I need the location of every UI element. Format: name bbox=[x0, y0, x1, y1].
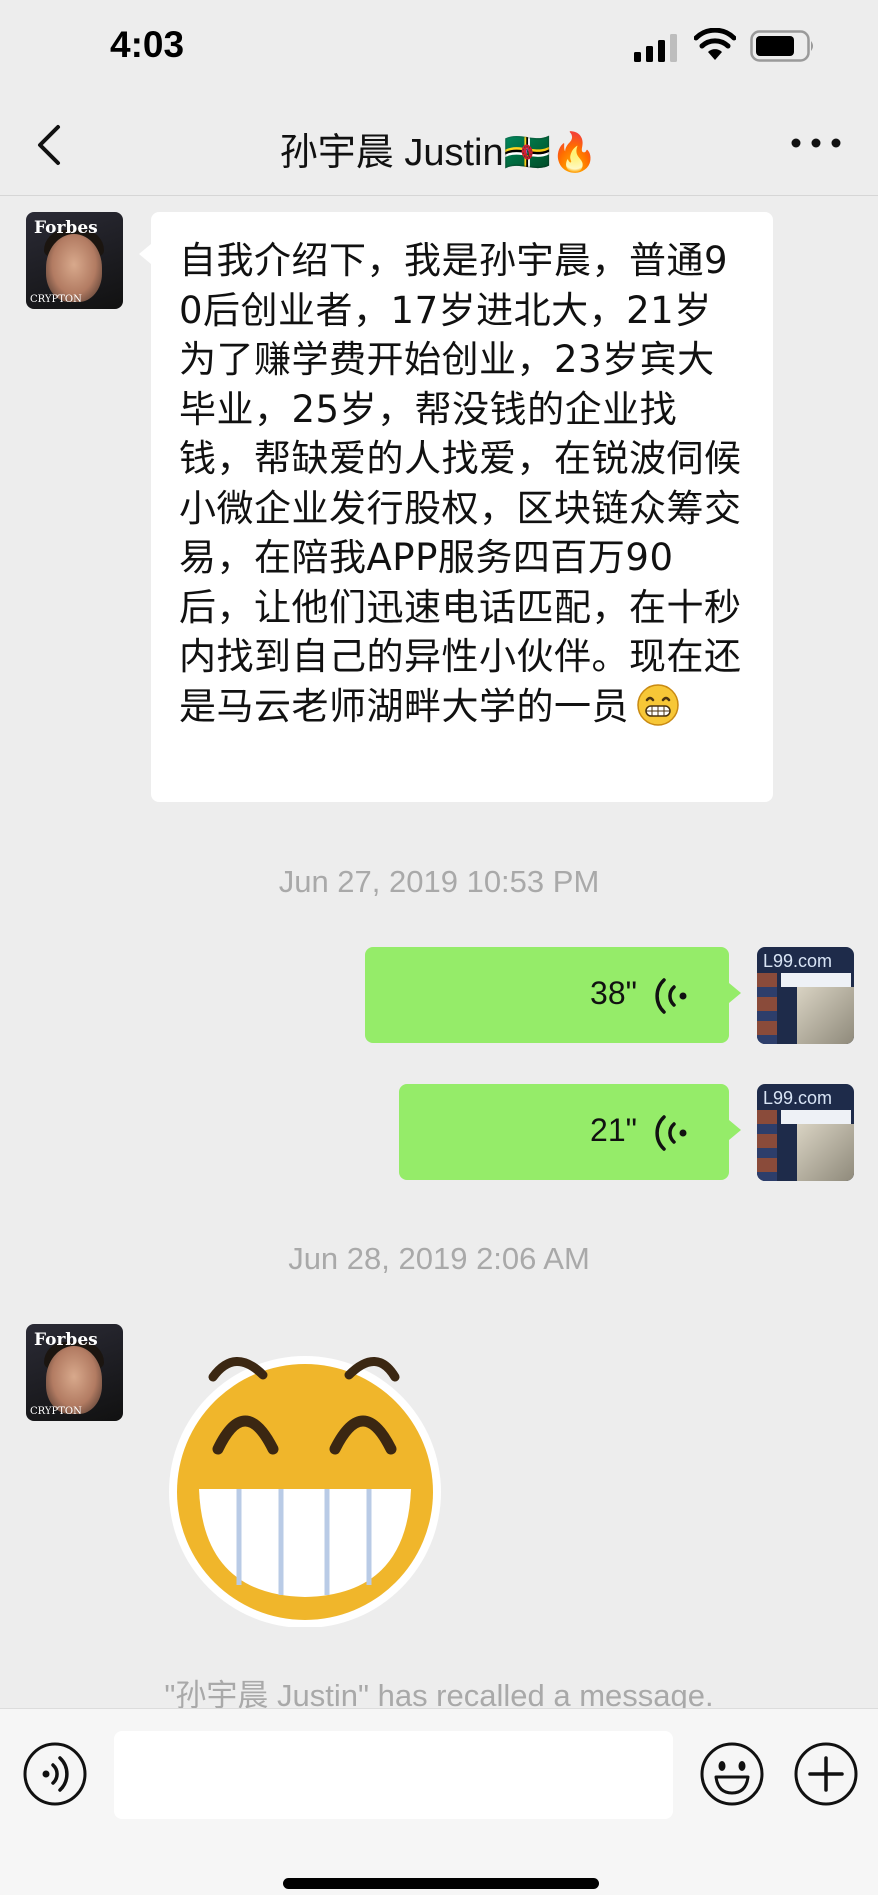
incoming-text-bubble[interactable]: 自我介绍下，我是孙宇晨，普通90后创业者，17岁进北大，21岁为了赚学费开始创业… bbox=[139, 212, 773, 802]
avatar-thumbnail-strip bbox=[757, 973, 777, 1044]
avatar-crypton-text: CRYPTON bbox=[30, 1406, 82, 1417]
self-avatar[interactable]: L99.com bbox=[757, 947, 854, 1044]
message-text: 自我介绍下，我是孙宇晨，普通90后创业者，17岁进北大，21岁为了赚学费开始创业… bbox=[179, 239, 742, 728]
cellular-signal-icon bbox=[634, 34, 677, 62]
chat-screen: 4:03 孙宇晨 Justin🇩🇲🔥 Forbes CRYPTON 自我介绍下，… bbox=[0, 0, 878, 1895]
nav-bar: 孙宇晨 Justin🇩🇲🔥 bbox=[0, 95, 878, 196]
voice-duration: 38" bbox=[590, 975, 637, 1011]
battery-icon bbox=[750, 30, 813, 62]
contact-avatar[interactable]: Forbes CRYPTON bbox=[26, 1324, 123, 1421]
avatar-thumbnail-photo bbox=[797, 1124, 854, 1181]
avatar-forbes-text: Forbes bbox=[34, 218, 98, 238]
avatar-thumbnail-photo bbox=[797, 987, 854, 1044]
timestamp: Jun 27, 2019 10:53 PM bbox=[278, 864, 600, 899]
outgoing-voice-bubble[interactable]: 21" bbox=[399, 1084, 741, 1180]
self-avatar[interactable]: L99.com bbox=[757, 1084, 854, 1181]
avatar-crypton-text: CRYPTON bbox=[30, 294, 82, 305]
outgoing-voice-bubble[interactable]: 38" bbox=[365, 947, 741, 1043]
emoji-icon[interactable] bbox=[699, 1741, 765, 1807]
chat-title: 孙宇晨 Justin🇩🇲🔥 bbox=[279, 132, 599, 174]
avatar-face bbox=[46, 1346, 102, 1414]
avatar-logo-text: L99.com bbox=[763, 1088, 833, 1108]
timestamp: Jun 28, 2019 2:06 AM bbox=[288, 1241, 590, 1276]
avatar-thumbnail-bar bbox=[781, 1110, 851, 1124]
avatar-logo-text: L99.com bbox=[763, 951, 833, 971]
voice-input-icon[interactable] bbox=[22, 1741, 88, 1807]
message-input[interactable] bbox=[114, 1731, 673, 1819]
avatar-face bbox=[46, 234, 102, 302]
home-indicator[interactable] bbox=[283, 1878, 599, 1889]
avatar-thumbnail-strip bbox=[757, 1110, 777, 1181]
more-dots-icon[interactable] bbox=[790, 131, 842, 155]
input-bar bbox=[0, 1708, 878, 1895]
avatar-forbes-text: Forbes bbox=[34, 1330, 98, 1350]
grin-emoji-icon bbox=[637, 683, 679, 726]
status-time: 4:03 bbox=[110, 24, 185, 65]
status-bar: 4:03 bbox=[0, 0, 878, 95]
contact-avatar[interactable]: Forbes CRYPTON bbox=[26, 212, 123, 309]
voice-wave-icon bbox=[655, 1115, 687, 1151]
plus-icon[interactable] bbox=[793, 1741, 859, 1807]
voice-duration: 21" bbox=[590, 1112, 637, 1148]
avatar-thumbnail-bar bbox=[781, 973, 851, 987]
voice-wave-icon bbox=[655, 978, 687, 1014]
big-grin-sticker[interactable] bbox=[163, 1327, 448, 1627]
wifi-icon bbox=[694, 28, 736, 60]
